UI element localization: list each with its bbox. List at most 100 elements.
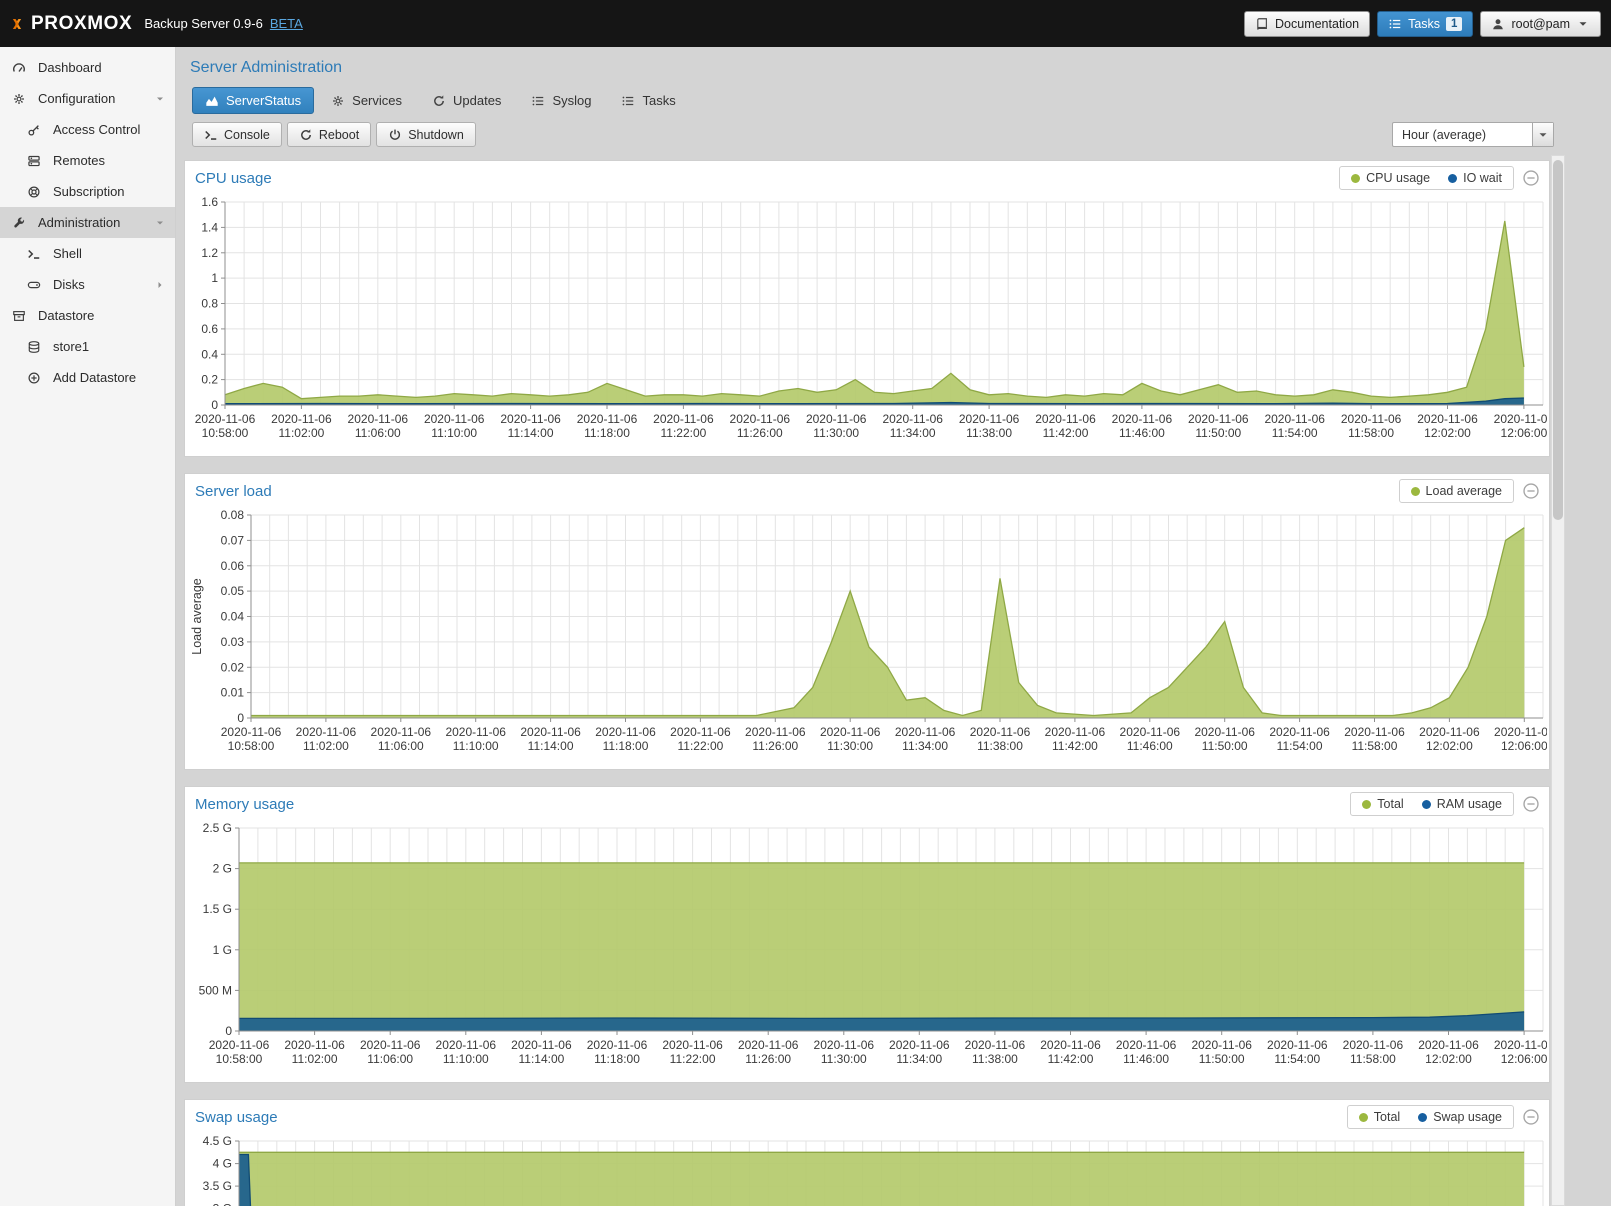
sidebar-item-add-datastore[interactable]: Add Datastore	[0, 362, 175, 393]
sidebar-item-label: Access Control	[53, 122, 140, 137]
svg-text:4 G: 4 G	[213, 1157, 232, 1171]
vertical-scrollbar[interactable]	[1551, 155, 1565, 1206]
panel-collapse-button[interactable]	[1522, 1108, 1540, 1126]
gear-icon	[12, 92, 32, 106]
documentation-button[interactable]: Documentation	[1244, 11, 1370, 37]
svg-text:11:34:00: 11:34:00	[902, 739, 948, 753]
svg-text:2020-11-06: 2020-11-06	[1194, 725, 1255, 739]
svg-text:4.5 G: 4.5 G	[203, 1134, 232, 1148]
svg-text:Load average: Load average	[190, 578, 204, 655]
legend-item-load-average[interactable]: Load average	[1411, 484, 1502, 498]
legend-item-total[interactable]: Total	[1359, 1110, 1400, 1124]
svg-text:11:10:00: 11:10:00	[431, 426, 477, 440]
sidebar-item-administration[interactable]: Administration	[0, 207, 175, 238]
svg-text:11:46:00: 11:46:00	[1123, 1052, 1169, 1066]
scroll-area: CPU usageCPU usageIO wait00.20.40.60.811…	[184, 155, 1565, 1206]
svg-text:0.4: 0.4	[201, 347, 218, 361]
svg-text:2020-11-06: 2020-11-06	[360, 1038, 421, 1052]
panel-header: Server load Load average	[185, 474, 1549, 507]
sidebar-item-label: Disks	[53, 277, 85, 292]
legend-item-total[interactable]: Total	[1362, 797, 1403, 811]
sidebar-item-access-control[interactable]: Access Control	[0, 114, 175, 145]
scrollbar-thumb[interactable]	[1553, 160, 1563, 520]
reboot-button[interactable]: Reboot	[287, 122, 371, 147]
console-button[interactable]: Console	[192, 122, 282, 147]
sidebar-item-store1[interactable]: store1	[0, 331, 175, 362]
tasks-count-badge: 1	[1446, 17, 1462, 31]
user-label: root@pam	[1511, 17, 1570, 31]
tasks-button[interactable]: Tasks 1	[1377, 11, 1473, 37]
svg-text:2020-11-06: 2020-11-06	[670, 725, 731, 739]
svg-text:2020-11-06: 2020-11-06	[820, 725, 881, 739]
sidebar-item-dashboard[interactable]: Dashboard	[0, 52, 175, 83]
sidebar-item-datastore[interactable]: Datastore	[0, 300, 175, 331]
tab-serverstatus[interactable]: ServerStatus	[192, 87, 314, 114]
sidebar-item-label: Configuration	[38, 91, 115, 106]
svg-text:2020-11-06: 2020-11-06	[1344, 725, 1405, 739]
sidebar-item-disks[interactable]: Disks	[0, 269, 175, 300]
chart-panels: CPU usageCPU usageIO wait00.20.40.60.811…	[184, 155, 1550, 1206]
sidebar-item-label: Remotes	[53, 153, 105, 168]
panel-collapse-button[interactable]	[1522, 795, 1540, 813]
legend-dot	[1448, 174, 1457, 183]
tab-label: Tasks	[642, 93, 675, 108]
panel-title: CPU usage	[195, 170, 272, 187]
sidebar-item-shell[interactable]: Shell	[0, 238, 175, 269]
tab-services[interactable]: Services	[318, 87, 415, 114]
chart-memory-usage: 0500 M1 G1.5 G2 G2.5 G2020-11-0610:58:00…	[185, 820, 1549, 1082]
svg-text:11:10:00: 11:10:00	[443, 1052, 489, 1066]
svg-text:11:34:00: 11:34:00	[896, 1052, 942, 1066]
legend-item-swap-usage[interactable]: Swap usage	[1418, 1110, 1502, 1124]
shutdown-button[interactable]: Shutdown	[376, 122, 476, 147]
svg-text:2020-11-06: 2020-11-06	[806, 412, 867, 426]
sidebar-item-subscription[interactable]: Subscription	[0, 176, 175, 207]
panel-collapse-button[interactable]	[1522, 482, 1540, 500]
caret-down-icon	[1536, 128, 1550, 142]
svg-text:2020-11-06: 2020-11-06	[195, 412, 256, 426]
archive-icon	[12, 309, 32, 323]
svg-text:2020-11-06: 2020-11-06	[745, 725, 806, 739]
panel-header: Swap usageTotalSwap usage	[185, 1100, 1549, 1133]
svg-text:12:06:00: 12:06:00	[1501, 426, 1547, 440]
minus-circle-icon	[1522, 1108, 1540, 1126]
svg-text:1.4: 1.4	[201, 220, 218, 234]
caret-down-icon[interactable]	[154, 217, 166, 229]
svg-text:11:50:00: 11:50:00	[1195, 426, 1241, 440]
chart-legend: Load average	[1399, 479, 1514, 503]
legend-dot	[1351, 174, 1360, 183]
tab-label: Syslog	[552, 93, 591, 108]
tab-syslog[interactable]: Syslog	[518, 87, 604, 114]
toolbar-button-label: Reboot	[319, 128, 359, 142]
sidebar-item-remotes[interactable]: Remotes	[0, 145, 175, 176]
timeframe-select[interactable]: Hour (average)	[1392, 122, 1554, 147]
user-menu-button[interactable]: root@pam	[1480, 11, 1601, 37]
tab-updates[interactable]: Updates	[419, 87, 514, 114]
svg-text:2020-11-06: 2020-11-06	[965, 1038, 1026, 1052]
svg-text:2020-11-06: 2020-11-06	[653, 412, 714, 426]
sidebar-item-configuration[interactable]: Configuration	[0, 83, 175, 114]
svg-text:0.05: 0.05	[221, 584, 245, 598]
svg-text:11:46:00: 11:46:00	[1127, 739, 1173, 753]
legend-item-cpu-usage[interactable]: CPU usage	[1351, 171, 1430, 185]
svg-text:11:30:00: 11:30:00	[821, 1052, 867, 1066]
list-icon	[621, 94, 635, 108]
timeframe-value: Hour (average)	[1402, 128, 1486, 142]
combo-caret-button[interactable]	[1532, 123, 1553, 146]
caret-down-icon[interactable]	[154, 93, 166, 105]
svg-text:11:02:00: 11:02:00	[278, 426, 324, 440]
svg-text:2020-11-06: 2020-11-06	[500, 412, 561, 426]
sidebar-item-label: Add Datastore	[53, 370, 136, 385]
panel-title: Server load	[195, 483, 272, 500]
database-icon	[27, 340, 47, 354]
legend-dot	[1422, 800, 1431, 809]
beta-link[interactable]: BETA	[270, 16, 303, 31]
caret-right-icon[interactable]	[154, 279, 166, 291]
sidebar-item-label: store1	[53, 339, 89, 354]
svg-text:11:58:00: 11:58:00	[1348, 426, 1394, 440]
svg-text:11:50:00: 11:50:00	[1199, 1052, 1245, 1066]
panel-collapse-button[interactable]	[1522, 169, 1540, 187]
panel-header: Memory usageTotalRAM usage	[185, 787, 1549, 820]
legend-item-ram-usage[interactable]: RAM usage	[1422, 797, 1502, 811]
tab-tasks[interactable]: Tasks	[608, 87, 688, 114]
legend-item-io-wait[interactable]: IO wait	[1448, 171, 1502, 185]
